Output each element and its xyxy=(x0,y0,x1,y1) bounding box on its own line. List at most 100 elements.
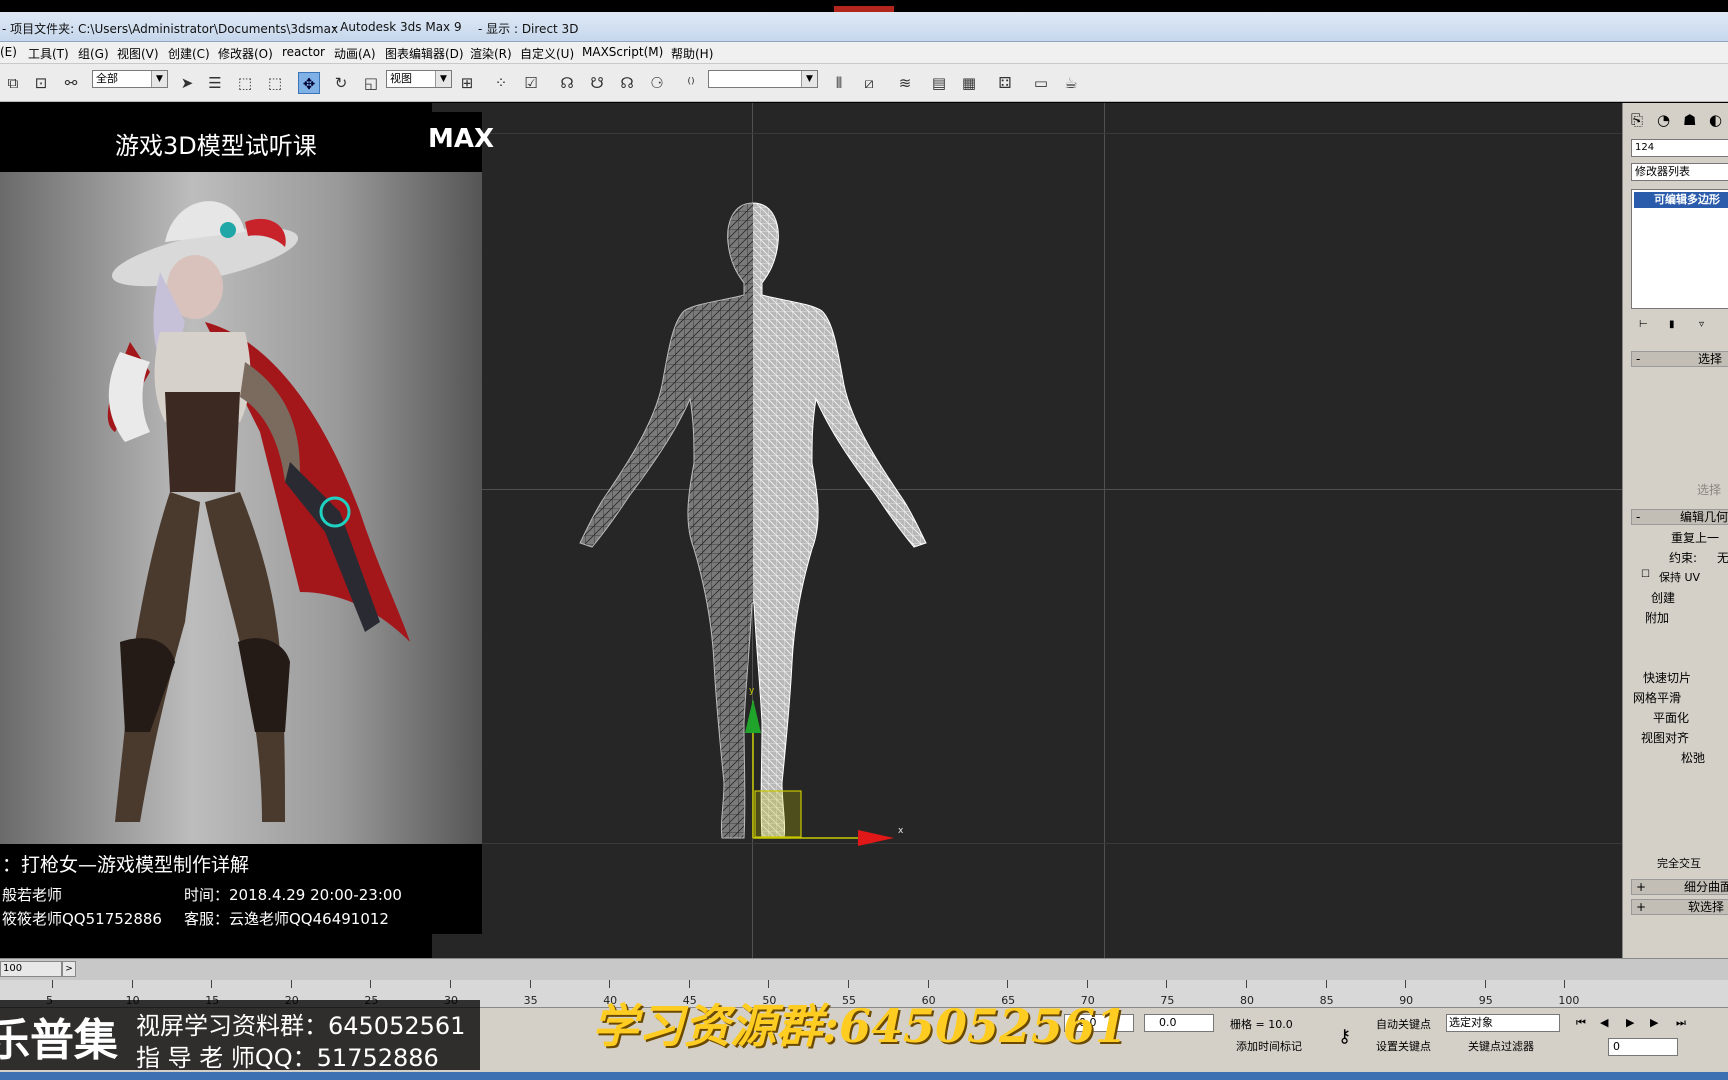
timeline-tick xyxy=(370,980,372,988)
preserve-uv-checkbox[interactable]: ☐ xyxy=(1641,569,1650,580)
keyboard-shortcut-icon[interactable]: ☑ xyxy=(520,72,542,94)
material-editor-icon[interactable]: ⚃ xyxy=(994,72,1016,94)
timeline-tick xyxy=(1325,980,1327,988)
next-frame-icon[interactable]: > xyxy=(62,961,76,977)
layer-manager-icon[interactable]: ≋ xyxy=(894,72,916,94)
menu-animation[interactable]: 动画(A) xyxy=(334,45,376,62)
chevron-down-icon: ▼ xyxy=(151,71,167,87)
key-filters-button[interactable]: 关键点过滤器 xyxy=(1468,1038,1534,1054)
window-crossing-icon[interactable]: ⬚ xyxy=(264,72,286,94)
menu-group[interactable]: 组(G) xyxy=(78,45,109,62)
create-button[interactable]: 创建 xyxy=(1651,589,1675,606)
render-scene-icon[interactable]: ▭ xyxy=(1030,72,1052,94)
frame-counter[interactable]: 100 xyxy=(0,961,62,977)
menu-views[interactable]: 视图(V) xyxy=(117,45,159,62)
meshsmooth-button[interactable]: 网格平滑 xyxy=(1633,689,1681,706)
relax-button[interactable]: 松弛 xyxy=(1681,749,1705,766)
snap-toggle-icon[interactable]: ☊ xyxy=(556,72,578,94)
move-icon[interactable]: ✥ xyxy=(298,72,320,94)
bind-space-warp-icon[interactable]: ⚯ xyxy=(60,72,82,94)
pivot-center-icon[interactable]: ⊞ xyxy=(456,72,478,94)
rollout-soft-selection[interactable]: + 软选择 xyxy=(1631,899,1728,915)
cursor-icon[interactable]: ➤ xyxy=(176,72,198,94)
menu-maxscript[interactable]: MAXScript(M) xyxy=(582,45,663,59)
full-interactive-checkbox[interactable]: 完全交互 xyxy=(1657,855,1701,871)
chevron-down-icon: ▼ xyxy=(435,71,451,87)
edit-named-selection-icon[interactable]: ⁽⁾ xyxy=(680,72,702,94)
previous-frame-icon[interactable]: ◀ xyxy=(1600,1016,1608,1029)
select-label: 选择 xyxy=(1697,483,1722,497)
schematic-view-icon[interactable]: ▦ xyxy=(958,72,980,94)
set-key-button[interactable]: 设置关键点 xyxy=(1376,1038,1431,1054)
menu-rendering[interactable]: 渲染(R) xyxy=(470,45,512,62)
spinner-snap-icon[interactable]: ⚆ xyxy=(646,72,668,94)
hierarchy-tab-icon[interactable]: ☗ xyxy=(1683,111,1696,129)
go-to-start-icon[interactable]: ⏮ xyxy=(1576,1016,1586,1030)
rotate-icon[interactable]: ↻ xyxy=(330,72,352,94)
play-icon[interactable]: ▶ xyxy=(1626,1016,1634,1029)
curve-editor-icon[interactable]: ▤ xyxy=(928,72,950,94)
menu-graph-editors[interactable]: 图表编辑器(D) xyxy=(385,45,464,62)
time-slider[interactable]: 100 > xyxy=(0,958,1728,980)
link-icon[interactable]: ⧉ xyxy=(2,72,24,94)
mirror-icon[interactable]: ⫴ xyxy=(828,72,850,94)
make-unique-icon[interactable]: ▿ xyxy=(1699,319,1704,330)
key-mode-value: 选定对象 xyxy=(1449,1016,1493,1029)
modifier-list-dropdown[interactable]: 修改器列表 xyxy=(1631,163,1728,181)
svg-text:y: y xyxy=(749,686,755,696)
go-to-end-icon[interactable]: ⏭ xyxy=(1676,1016,1686,1030)
add-time-tag-button[interactable]: 添加时间标记 xyxy=(1236,1038,1302,1054)
menu-tools[interactable]: 工具(T) xyxy=(28,45,69,62)
key-mode-dropdown[interactable]: 选定对象 xyxy=(1446,1014,1560,1032)
reference-coord-dropdown[interactable]: 视图 ▼ xyxy=(386,70,452,88)
menu-customize[interactable]: 自定义(U) xyxy=(520,45,574,62)
gizmo-plane-handle xyxy=(754,790,802,838)
show-end-result-icon[interactable]: ▮ xyxy=(1669,319,1675,330)
key-icon[interactable]: ⚷ xyxy=(1338,1026,1351,1047)
menu-edit[interactable]: (E) xyxy=(0,45,17,59)
course-title: 游戏3D模型试听课 xyxy=(115,132,317,160)
select-manipulate-icon[interactable]: ⁘ xyxy=(490,72,512,94)
selection-filter-dropdown[interactable]: 全部 ▼ xyxy=(92,70,168,88)
menu-create[interactable]: 创建(C) xyxy=(168,45,210,62)
perspective-viewport[interactable]: y x xyxy=(432,103,1622,958)
timeline-tick xyxy=(927,980,929,988)
modify-tab-icon[interactable]: ◔ xyxy=(1657,111,1670,129)
pin-stack-icon[interactable]: ⊢ xyxy=(1639,319,1648,330)
named-selection-dropdown[interactable]: ▼ xyxy=(708,70,818,88)
rollout-select[interactable]: - 选择 xyxy=(1631,351,1728,367)
select-by-name-icon[interactable]: ☰ xyxy=(204,72,226,94)
constraint-value[interactable]: 无 xyxy=(1717,549,1728,566)
rollout-subdivision-surface[interactable]: + 细分曲面 xyxy=(1631,879,1728,895)
auto-key-button[interactable]: 自动关键点 xyxy=(1376,1016,1431,1032)
create-tab-icon[interactable]: ⎘ xyxy=(1631,111,1643,129)
angle-snap-icon[interactable]: ☋ xyxy=(586,72,608,94)
selection-filter-value: 全部 xyxy=(96,72,118,85)
quick-render-icon[interactable]: ☕ xyxy=(1060,72,1082,94)
unlink-icon[interactable]: ⊡ xyxy=(30,72,52,94)
planarize-button[interactable]: 平面化 xyxy=(1653,709,1689,726)
quickslice-button[interactable]: 快速切片 xyxy=(1643,669,1691,686)
menu-reactor[interactable]: reactor xyxy=(282,45,325,59)
align-icon[interactable]: ⧄ xyxy=(858,72,880,94)
view-align-button[interactable]: 视图对齐 xyxy=(1641,729,1689,746)
menu-bar: (E) 工具(T) 组(G) 视图(V) 创建(C) 修改器(O) reacto… xyxy=(0,42,1728,64)
wireframe-body-model[interactable]: y x xyxy=(432,103,1622,958)
timeline-tick xyxy=(688,980,690,988)
next-frame-icon[interactable]: ▶ xyxy=(1650,1016,1658,1029)
current-frame-field[interactable]: 0 xyxy=(1608,1038,1678,1056)
motion-tab-icon[interactable]: ◐ xyxy=(1709,111,1722,129)
rollout-edit-geometry[interactable]: - 编辑几何 xyxy=(1631,509,1728,525)
menu-modifiers[interactable]: 修改器(O) xyxy=(218,45,273,62)
attach-button[interactable]: 附加 xyxy=(1645,609,1669,626)
scale-icon[interactable]: ◱ xyxy=(360,72,382,94)
rollout-expand-icon: + xyxy=(1636,900,1647,914)
object-name-field[interactable]: 124 xyxy=(1631,139,1728,157)
stack-item-editable-poly[interactable]: 可编辑多边形 xyxy=(1634,192,1728,208)
repeat-last-button[interactable]: 重复上一 xyxy=(1671,529,1719,546)
rect-region-icon[interactable]: ⬚ xyxy=(234,72,256,94)
menu-help[interactable]: 帮助(H) xyxy=(671,45,713,62)
rollout-select-label: 选择 xyxy=(1698,352,1723,366)
percent-snap-icon[interactable]: ☊ xyxy=(616,72,638,94)
z-coordinate-field[interactable]: 0.0 xyxy=(1144,1014,1214,1032)
